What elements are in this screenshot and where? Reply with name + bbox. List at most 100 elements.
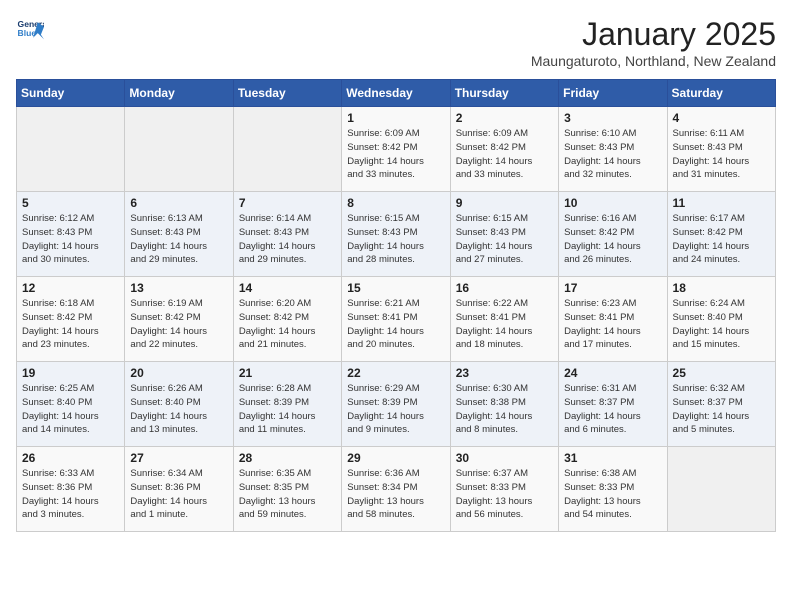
day-info: Sunrise: 6:36 AM Sunset: 8:34 PM Dayligh… xyxy=(347,467,444,522)
day-number: 26 xyxy=(22,451,119,465)
calendar-cell: 4Sunrise: 6:11 AM Sunset: 8:43 PM Daylig… xyxy=(667,107,775,192)
page-header: General Blue January 2025 Maungaturoto, … xyxy=(16,16,776,69)
day-info: Sunrise: 6:20 AM Sunset: 8:42 PM Dayligh… xyxy=(239,297,336,352)
weekday-header-tuesday: Tuesday xyxy=(233,80,341,107)
day-number: 10 xyxy=(564,196,661,210)
calendar-body: 1 Sunrise: 6:09 AM Sunset: 8:42 PM Daylig… xyxy=(17,107,776,532)
day-info: Sunrise: 6:13 AM Sunset: 8:43 PM Dayligh… xyxy=(130,212,227,267)
calendar-cell: 20 Sunrise: 6:26 AM Sunset: 8:40 PM Dayli… xyxy=(125,362,233,447)
day-number: 5 xyxy=(22,196,119,210)
calendar-cell: 17 Sunrise: 6:23 AM Sunset: 8:41 PM Dayli… xyxy=(559,277,667,362)
day-number: 14 xyxy=(239,281,336,295)
calendar-cell: 18 Sunrise: 6:24 AM Sunset: 8:40 PM Dayli… xyxy=(667,277,775,362)
day-number: 12 xyxy=(22,281,119,295)
weekday-header-wednesday: Wednesday xyxy=(342,80,450,107)
day-info: Sunrise: 6:28 AM Sunset: 8:39 PM Dayligh… xyxy=(239,382,336,437)
day-number: 16 xyxy=(456,281,553,295)
day-info: Sunrise: 6:37 AM Sunset: 8:33 PM Dayligh… xyxy=(456,467,553,522)
weekday-header-sunday: Sunday xyxy=(17,80,125,107)
day-number: 19 xyxy=(22,366,119,380)
calendar-cell: 7Sunrise: 6:14 AM Sunset: 8:43 PM Daylig… xyxy=(233,192,341,277)
day-info: Sunrise: 6:25 AM Sunset: 8:40 PM Dayligh… xyxy=(22,382,119,437)
day-number: 22 xyxy=(347,366,444,380)
calendar-cell: 2 Sunrise: 6:09 AM Sunset: 8:42 PM Daylig… xyxy=(450,107,558,192)
day-info: Sunrise: 6:34 AM Sunset: 8:36 PM Dayligh… xyxy=(130,467,227,522)
day-number: 8 xyxy=(347,196,444,210)
day-info: Sunrise: 6:16 AM Sunset: 8:42 PM Dayligh… xyxy=(564,212,661,267)
day-info: Sunrise: 6:38 AM Sunset: 8:33 PM Dayligh… xyxy=(564,467,661,522)
day-info: Sunrise: 6:35 AM Sunset: 8:35 PM Dayligh… xyxy=(239,467,336,522)
calendar-cell: 28Sunrise: 6:35 AM Sunset: 8:35 PM Dayli… xyxy=(233,447,341,532)
weekday-header-friday: Friday xyxy=(559,80,667,107)
day-info: Sunrise: 6:30 AM Sunset: 8:38 PM Dayligh… xyxy=(456,382,553,437)
day-number: 2 xyxy=(456,111,553,125)
weekday-header-monday: Monday xyxy=(125,80,233,107)
day-number: 11 xyxy=(673,196,770,210)
day-info: Sunrise: 6:17 AM Sunset: 8:42 PM Dayligh… xyxy=(673,212,770,267)
month-title: January 2025 xyxy=(531,16,776,53)
calendar-cell: 19 Sunrise: 6:25 AM Sunset: 8:40 PM Dayli… xyxy=(17,362,125,447)
day-info: Sunrise: 6:31 AM Sunset: 8:37 PM Dayligh… xyxy=(564,382,661,437)
day-info: Sunrise: 6:12 AM Sunset: 8:43 PM Dayligh… xyxy=(22,212,119,267)
day-number: 23 xyxy=(456,366,553,380)
day-number: 15 xyxy=(347,281,444,295)
title-block: January 2025 Maungaturoto, Northland, Ne… xyxy=(531,16,776,69)
week-row-5: 26Sunrise: 6:33 AM Sunset: 8:36 PM Dayli… xyxy=(17,447,776,532)
calendar-table: SundayMondayTuesdayWednesdayThursdayFrid… xyxy=(16,79,776,532)
day-info: Sunrise: 6:21 AM Sunset: 8:41 PM Dayligh… xyxy=(347,297,444,352)
calendar-cell: 23 Sunrise: 6:30 AM Sunset: 8:38 PM Dayli… xyxy=(450,362,558,447)
day-number: 13 xyxy=(130,281,227,295)
weekday-header-thursday: Thursday xyxy=(450,80,558,107)
week-row-1: 1 Sunrise: 6:09 AM Sunset: 8:42 PM Daylig… xyxy=(17,107,776,192)
calendar-cell xyxy=(233,107,341,192)
day-info: Sunrise: 6:18 AM Sunset: 8:42 PM Dayligh… xyxy=(22,297,119,352)
calendar-cell: 15 Sunrise: 6:21 AM Sunset: 8:41 PM Dayli… xyxy=(342,277,450,362)
day-info: Sunrise: 6:19 AM Sunset: 8:42 PM Dayligh… xyxy=(130,297,227,352)
logo-icon: General Blue xyxy=(16,16,44,44)
day-number: 24 xyxy=(564,366,661,380)
week-row-4: 19 Sunrise: 6:25 AM Sunset: 8:40 PM Dayli… xyxy=(17,362,776,447)
day-number: 9 xyxy=(456,196,553,210)
calendar-cell: 22 Sunrise: 6:29 AM Sunset: 8:39 PM Dayli… xyxy=(342,362,450,447)
location: Maungaturoto, Northland, New Zealand xyxy=(531,53,776,69)
calendar-cell: 16 Sunrise: 6:22 AM Sunset: 8:41 PM Dayli… xyxy=(450,277,558,362)
day-info: Sunrise: 6:29 AM Sunset: 8:39 PM Dayligh… xyxy=(347,382,444,437)
calendar-cell: 31Sunrise: 6:38 AM Sunset: 8:33 PM Dayli… xyxy=(559,447,667,532)
calendar-cell: 21 Sunrise: 6:28 AM Sunset: 8:39 PM Dayli… xyxy=(233,362,341,447)
day-info: Sunrise: 6:14 AM Sunset: 8:43 PM Dayligh… xyxy=(239,212,336,267)
day-info: Sunrise: 6:09 AM Sunset: 8:42 PM Dayligh… xyxy=(456,127,553,182)
day-info: Sunrise: 6:15 AM Sunset: 8:43 PM Dayligh… xyxy=(347,212,444,267)
day-info: Sunrise: 6:26 AM Sunset: 8:40 PM Dayligh… xyxy=(130,382,227,437)
calendar-cell: 25Sunrise: 6:32 AM Sunset: 8:37 PM Dayli… xyxy=(667,362,775,447)
calendar-cell: 3Sunrise: 6:10 AM Sunset: 8:43 PM Daylig… xyxy=(559,107,667,192)
day-info: Sunrise: 6:23 AM Sunset: 8:41 PM Dayligh… xyxy=(564,297,661,352)
calendar-cell: 29 Sunrise: 6:36 AM Sunset: 8:34 PM Dayli… xyxy=(342,447,450,532)
calendar-cell: 9Sunrise: 6:15 AM Sunset: 8:43 PM Daylig… xyxy=(450,192,558,277)
week-row-3: 12 Sunrise: 6:18 AM Sunset: 8:42 PM Dayli… xyxy=(17,277,776,362)
day-number: 20 xyxy=(130,366,227,380)
week-row-2: 5 Sunrise: 6:12 AM Sunset: 8:43 PM Daylig… xyxy=(17,192,776,277)
day-number: 6 xyxy=(130,196,227,210)
day-number: 21 xyxy=(239,366,336,380)
calendar-cell xyxy=(125,107,233,192)
day-number: 18 xyxy=(673,281,770,295)
day-info: Sunrise: 6:24 AM Sunset: 8:40 PM Dayligh… xyxy=(673,297,770,352)
calendar-cell: 26Sunrise: 6:33 AM Sunset: 8:36 PM Dayli… xyxy=(17,447,125,532)
weekday-header-saturday: Saturday xyxy=(667,80,775,107)
calendar-cell: 1 Sunrise: 6:09 AM Sunset: 8:42 PM Daylig… xyxy=(342,107,450,192)
calendar-cell xyxy=(667,447,775,532)
calendar-cell: 13 Sunrise: 6:19 AM Sunset: 8:42 PM Dayli… xyxy=(125,277,233,362)
day-number: 4 xyxy=(673,111,770,125)
calendar-cell: 30Sunrise: 6:37 AM Sunset: 8:33 PM Dayli… xyxy=(450,447,558,532)
logo: General Blue xyxy=(16,16,44,44)
calendar-cell: 14 Sunrise: 6:20 AM Sunset: 8:42 PM Dayli… xyxy=(233,277,341,362)
calendar-cell: 8 Sunrise: 6:15 AM Sunset: 8:43 PM Daylig… xyxy=(342,192,450,277)
day-number: 29 xyxy=(347,451,444,465)
day-number: 3 xyxy=(564,111,661,125)
calendar-cell: 11 Sunrise: 6:17 AM Sunset: 8:42 PM Dayli… xyxy=(667,192,775,277)
day-number: 1 xyxy=(347,111,444,125)
day-info: Sunrise: 6:22 AM Sunset: 8:41 PM Dayligh… xyxy=(456,297,553,352)
calendar-cell: 5 Sunrise: 6:12 AM Sunset: 8:43 PM Daylig… xyxy=(17,192,125,277)
day-info: Sunrise: 6:09 AM Sunset: 8:42 PM Dayligh… xyxy=(347,127,444,182)
day-number: 17 xyxy=(564,281,661,295)
